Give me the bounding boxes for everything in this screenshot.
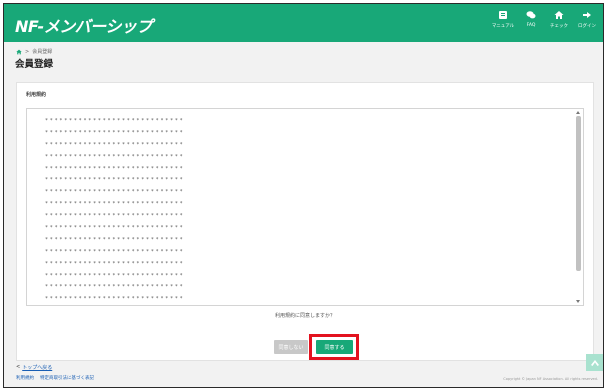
back-to-top-label: トップへ戻る [22,365,53,371]
terms-line: ***************************** [45,225,185,232]
chat-icon [526,11,536,19]
terms-line: ***************************** [45,248,185,255]
scroll-to-top-button[interactable] [586,354,603,371]
terms-line: ***************************** [45,189,185,196]
terms-textarea[interactable]: ***************************** ***********… [26,108,584,306]
back-arrow: < [16,364,21,370]
home-icon[interactable] [16,49,22,55]
footer-link-commerce[interactable]: 特定商取引法に基づく表記 [40,375,94,381]
terms-line: ***************************** [45,153,185,160]
nav-login[interactable]: ログイン [577,10,597,29]
terms-line: ***************************** [45,165,185,172]
nav-check[interactable]: チェック [549,10,569,29]
nav-login-label: ログイン [578,24,596,29]
terms-line: ***************************** [45,118,185,124]
header-nav: マニュアル FAQ チェック ログイン [491,10,597,29]
scrollbar-thumb[interactable] [576,116,581,271]
terms-line: ***************************** [45,213,185,220]
footer-link-terms[interactable]: 利用規約 [16,375,34,381]
terms-line: ***************************** [45,236,185,243]
agree-button[interactable]: 同意する [316,340,353,354]
header: NF-メンバーシップ マニュアル FAQ チェック ログイン [4,4,603,42]
agree-question: 利用規約に同意しますか？ [274,313,335,319]
terms-scrollbar[interactable] [575,109,582,305]
terms-title: 利用規約 [26,92,47,98]
home-icon [554,11,564,19]
scroll-down-icon[interactable] [576,300,580,303]
copyright: Copyright © Japan NF Association. All ri… [503,377,598,381]
terms-text: ***************************** ***********… [45,116,185,306]
terms-line: ***************************** [45,296,185,303]
nav-faq-label: FAQ [526,23,536,28]
terms-line: ***************************** [45,201,185,208]
terms-line: ***************************** [45,284,185,291]
chevron-up-icon [590,359,599,366]
footer-links: 利用規約 特定商取引法に基づく表記 [16,375,94,381]
terms-line: ***************************** [45,260,185,267]
terms-line: ***************************** [45,177,185,184]
breadcrumb: > 会員登録 [16,48,52,55]
nav-faq[interactable]: FAQ [521,10,541,29]
nav-manual[interactable]: マニュアル [491,10,515,29]
terms-line: ***************************** [45,141,185,148]
action-buttons: 同意しない 同意する [16,334,594,360]
nav-check-label: チェック [550,24,568,29]
breadcrumb-separator: > [25,48,30,55]
terms-panel: 利用規約 ***************************** ******… [16,82,594,361]
terms-line: ***************************** [45,272,185,279]
site-logo[interactable]: NF-メンバーシップ [15,13,152,37]
page-title: 会員登録 [15,59,54,70]
app-frame: NF-メンバーシップ マニュアル FAQ チェック ログイン > 会員登録 会員… [3,3,604,388]
terms-line: ***************************** [45,129,185,136]
book-icon [499,11,507,19]
nav-manual-label: マニュアル [491,24,515,29]
scroll-up-icon[interactable] [576,111,580,114]
logout-icon [583,12,591,18]
disagree-button[interactable]: 同意しない [274,340,308,354]
back-to-top-link[interactable]: < トップへ戻る [16,364,52,371]
breadcrumb-current: 会員登録 [32,49,53,55]
